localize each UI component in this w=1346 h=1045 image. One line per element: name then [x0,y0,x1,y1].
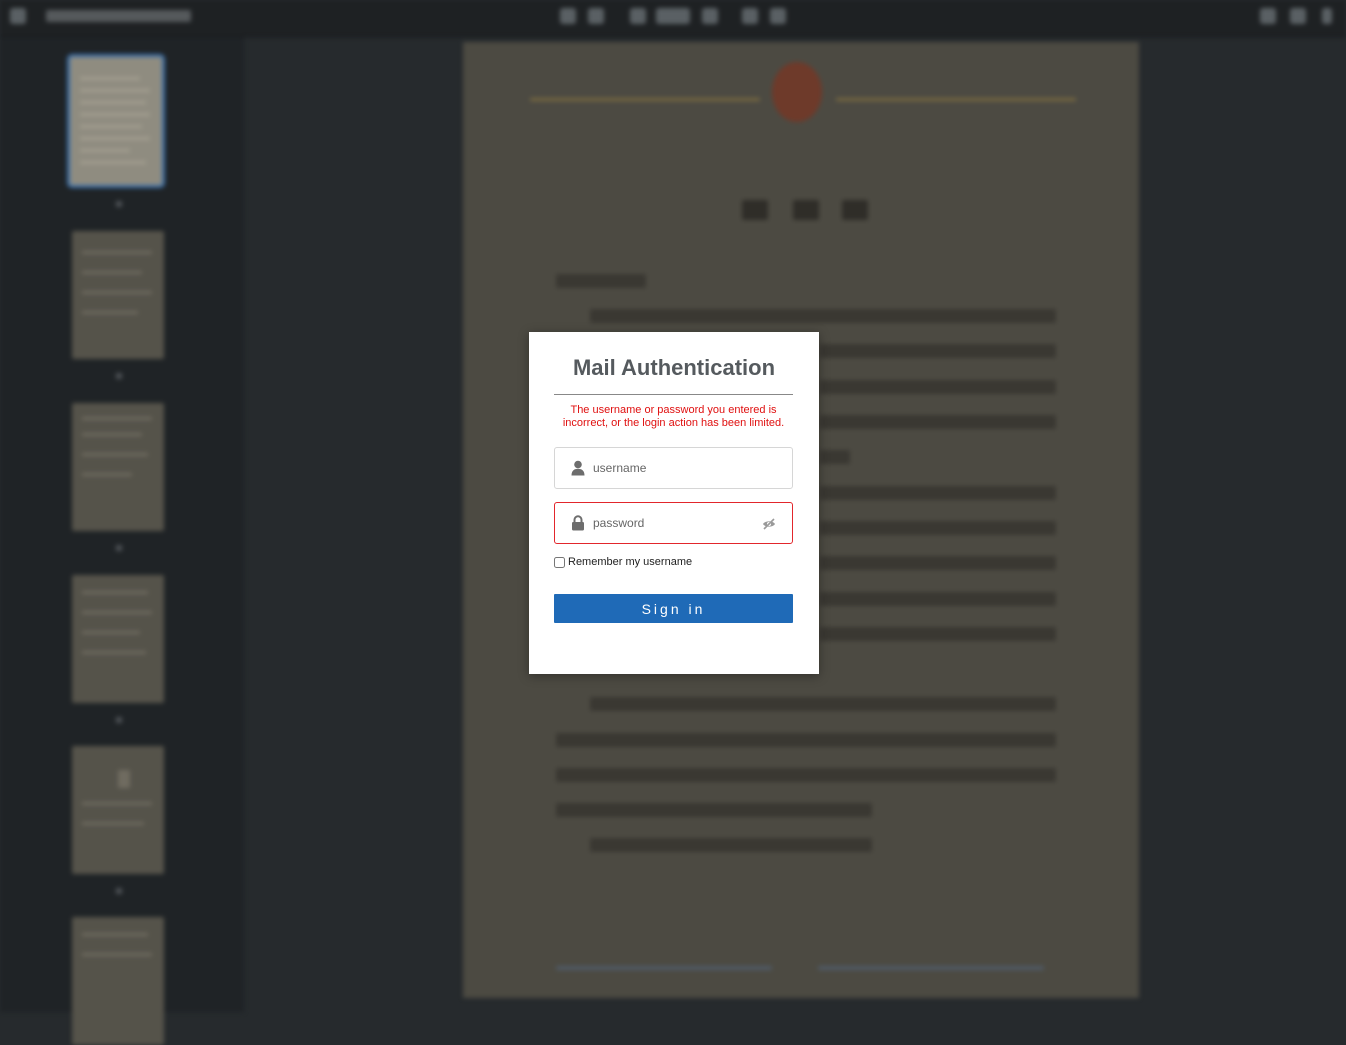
username-input[interactable] [593,458,753,478]
password-field[interactable] [554,502,793,544]
dialog-title: Mail Authentication [572,355,776,380]
password-input[interactable] [593,513,753,533]
sign-in-button[interactable]: Sign in [554,594,793,623]
title-divider [554,394,793,395]
remember-row: Remember my username [554,554,692,570]
error-message: The username or password you entered is … [562,404,785,429]
user-icon [571,460,585,476]
username-field[interactable] [554,447,793,489]
remember-checkbox[interactable] [554,556,565,568]
modal-overlay: Mail Authentication The username or pass… [0,0,1346,1012]
login-dialog: Mail Authentication The username or pass… [529,332,819,674]
eye-slash-icon[interactable] [762,517,776,530]
lock-icon [571,515,585,531]
remember-label[interactable]: Remember my username [568,556,692,568]
